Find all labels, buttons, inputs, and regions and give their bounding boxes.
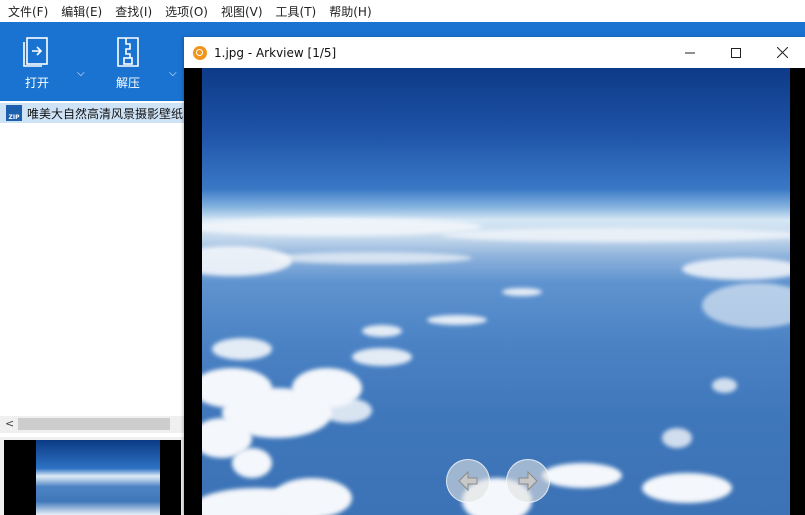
close-icon (776, 47, 788, 58)
minimize-button[interactable] (667, 37, 713, 68)
extract-dropdown-arrow-icon[interactable]: ⌵ (169, 68, 177, 79)
horizontal-scrollbar[interactable]: < (0, 416, 184, 433)
extract-label: 解压 (115, 76, 140, 90)
menu-bar: 文件(F) 编辑(E) 查找(I) 选项(O) 视图(V) 工具(T) 帮助(H… (0, 0, 805, 22)
menu-tools[interactable]: 工具(T) (268, 3, 322, 20)
previous-image-button[interactable] (446, 459, 490, 503)
list-item[interactable]: ZIP 唯美大自然高清风景摄影壁纸 (0, 103, 184, 123)
menu-find[interactable]: 查找(I) (107, 3, 157, 20)
file-name: 唯美大自然高清风景摄影壁纸 (27, 106, 184, 121)
viewer-title: 1.jpg - Arkview [1/5] (214, 45, 337, 60)
next-arrow-icon (518, 470, 538, 492)
arkview-window: 1.jpg - Arkview [1/5] (184, 37, 805, 515)
menu-view[interactable]: 视图(V) (213, 3, 268, 20)
extract-icon (117, 37, 139, 67)
open-icon (23, 37, 48, 67)
open-label: 打开 (24, 76, 49, 90)
extract-button[interactable]: 解压 (103, 30, 153, 96)
image-canvas[interactable] (184, 68, 805, 515)
zip-archive-icon: ZIP (6, 105, 22, 121)
scroll-left-arrow-icon[interactable]: < (5, 417, 14, 430)
thumbnail-preview-pane (0, 437, 184, 515)
scrollbar-thumb[interactable] (18, 418, 170, 430)
thumbnail-image[interactable] (36, 440, 160, 515)
menu-help[interactable]: 帮助(H) (321, 3, 376, 20)
close-button[interactable] (759, 37, 805, 68)
minimize-icon (685, 52, 695, 53)
previous-arrow-icon (458, 470, 478, 492)
menu-edit[interactable]: 编辑(E) (53, 3, 107, 20)
menu-options[interactable]: 选项(O) (157, 3, 213, 20)
viewer-titlebar[interactable]: 1.jpg - Arkview [1/5] (184, 37, 805, 68)
open-dropdown-arrow-icon[interactable]: ⌵ (77, 68, 85, 79)
thumbnail-frame (4, 440, 181, 515)
displayed-photo (202, 68, 790, 515)
maximize-icon (731, 47, 741, 58)
menu-file[interactable]: 文件(F) (0, 3, 53, 20)
arkview-magnifier-icon (193, 45, 207, 60)
maximize-button[interactable] (713, 37, 759, 68)
next-image-button[interactable] (506, 459, 550, 503)
open-button[interactable]: 打开 (12, 30, 62, 96)
